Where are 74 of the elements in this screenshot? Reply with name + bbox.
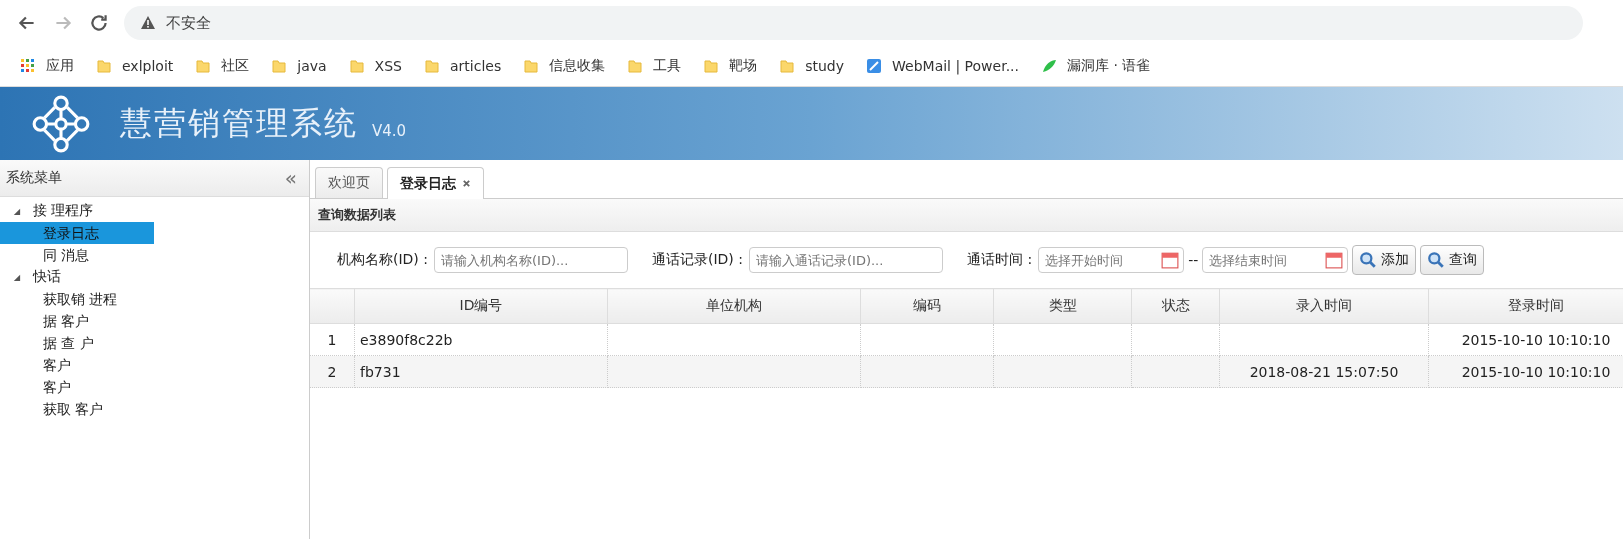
tab[interactable]: 欢迎页 — [315, 167, 383, 198]
warning-icon — [140, 15, 156, 31]
folder-icon — [779, 58, 796, 74]
input-field[interactable]: 请输入机构名称(ID)... — [434, 247, 628, 273]
bookmark[interactable]: articles — [424, 58, 502, 74]
date-field[interactable]: 选择结束时间 — [1202, 247, 1349, 273]
filter-label: 通话时间 : — [967, 251, 1033, 269]
bookmark[interactable]: 应用 — [20, 57, 74, 75]
filter-label: 通话记录(ID) : — [652, 251, 743, 269]
input-field[interactable]: 请输入通话记录(ID)... — [749, 247, 943, 273]
bookmark[interactable]: study — [779, 58, 845, 74]
apps-grid-icon — [20, 58, 36, 74]
folder-icon — [271, 58, 288, 74]
tree-item[interactable]: 据 客户 — [0, 310, 154, 332]
bookmark[interactable]: 靶场 — [703, 57, 758, 75]
folder-icon — [195, 58, 212, 74]
table-cell: 1 — [327, 331, 337, 348]
tree-item[interactable]: 客户 — [0, 354, 154, 376]
search-button[interactable]: 查询 — [1420, 245, 1485, 275]
bookmark[interactable]: 工具 — [627, 57, 682, 75]
sidebar-title: 系统菜单 — [6, 169, 62, 187]
version-label: V4.0 — [372, 122, 407, 140]
tree-group[interactable]: 接 理程序 — [0, 200, 309, 222]
bookmark[interactable]: 漏洞库 · 语雀 — [1041, 57, 1151, 75]
folder-icon — [424, 58, 440, 74]
column-header: 单位机构 — [706, 297, 762, 313]
range-separator: -- — [1188, 252, 1199, 268]
tree-item[interactable]: 登录日志 — [0, 222, 154, 244]
column-header: ID编号 — [459, 297, 503, 313]
table-cell: fb731 — [360, 363, 401, 380]
date-field[interactable]: 选择开始时间 — [1038, 247, 1185, 273]
folder-icon — [523, 58, 540, 74]
bookmark[interactable]: XSS — [348, 58, 402, 74]
search-button[interactable]: 添加 — [1352, 245, 1417, 275]
table-cell: 2015-10-10 10:10:10 — [1461, 331, 1611, 348]
column-header: 登录时间 — [1508, 297, 1564, 313]
tree-group[interactable]: 快话 — [0, 266, 309, 288]
leaf-icon — [1041, 58, 1057, 74]
bookmark[interactable]: 社区 — [195, 57, 250, 75]
address-bar[interactable]: 不安全 — [124, 6, 1583, 40]
reload-icon[interactable] — [88, 12, 110, 34]
bookmark[interactable]: exlploit — [96, 58, 174, 74]
table-cell: e3890f8c22b — [360, 331, 453, 348]
bookmark[interactable]: WebMail | Power... — [866, 58, 1019, 74]
table-cell: 2 — [327, 363, 337, 380]
app-title: 慧营销管理系统 — [120, 102, 358, 144]
filter-label: 机构名称(ID) : — [337, 251, 428, 269]
collapse-button[interactable]: « — [284, 166, 297, 190]
folder-icon — [96, 58, 112, 74]
search-icon — [1427, 251, 1446, 269]
folder-icon — [348, 58, 365, 74]
panel-title: 查询数据列表 — [310, 199, 1623, 232]
table-cell: 2018-08-21 15:07:50 — [1249, 363, 1399, 380]
bookmark[interactable]: 信息收集 — [523, 57, 606, 75]
tree-item[interactable]: 获取 客户 — [0, 398, 154, 420]
column-header: 状态 — [1161, 297, 1190, 313]
tree-item[interactable]: 同 消息 — [0, 244, 154, 266]
bookmark[interactable]: java — [271, 58, 327, 74]
close-icon[interactable] — [462, 179, 471, 188]
tree-item[interactable]: 客户 — [0, 376, 154, 398]
column-header: 类型 — [1048, 297, 1077, 313]
mail-icon — [866, 58, 883, 74]
column-header: 编码 — [913, 297, 941, 313]
tab[interactable]: 登录日志 — [387, 167, 484, 199]
tree-item[interactable]: 获取销 进程 — [0, 288, 154, 310]
calendar-icon — [1161, 251, 1180, 269]
folder-icon — [627, 58, 644, 74]
calendar-icon — [1325, 251, 1344, 269]
tree-item[interactable]: 据 查 户 — [0, 332, 154, 354]
security-label: 不安全 — [166, 13, 211, 33]
search-icon — [1359, 251, 1378, 269]
column-header: 录入时间 — [1296, 297, 1352, 313]
table-cell: 2015-10-10 10:10:10 — [1461, 363, 1611, 380]
folder-icon — [703, 58, 720, 74]
